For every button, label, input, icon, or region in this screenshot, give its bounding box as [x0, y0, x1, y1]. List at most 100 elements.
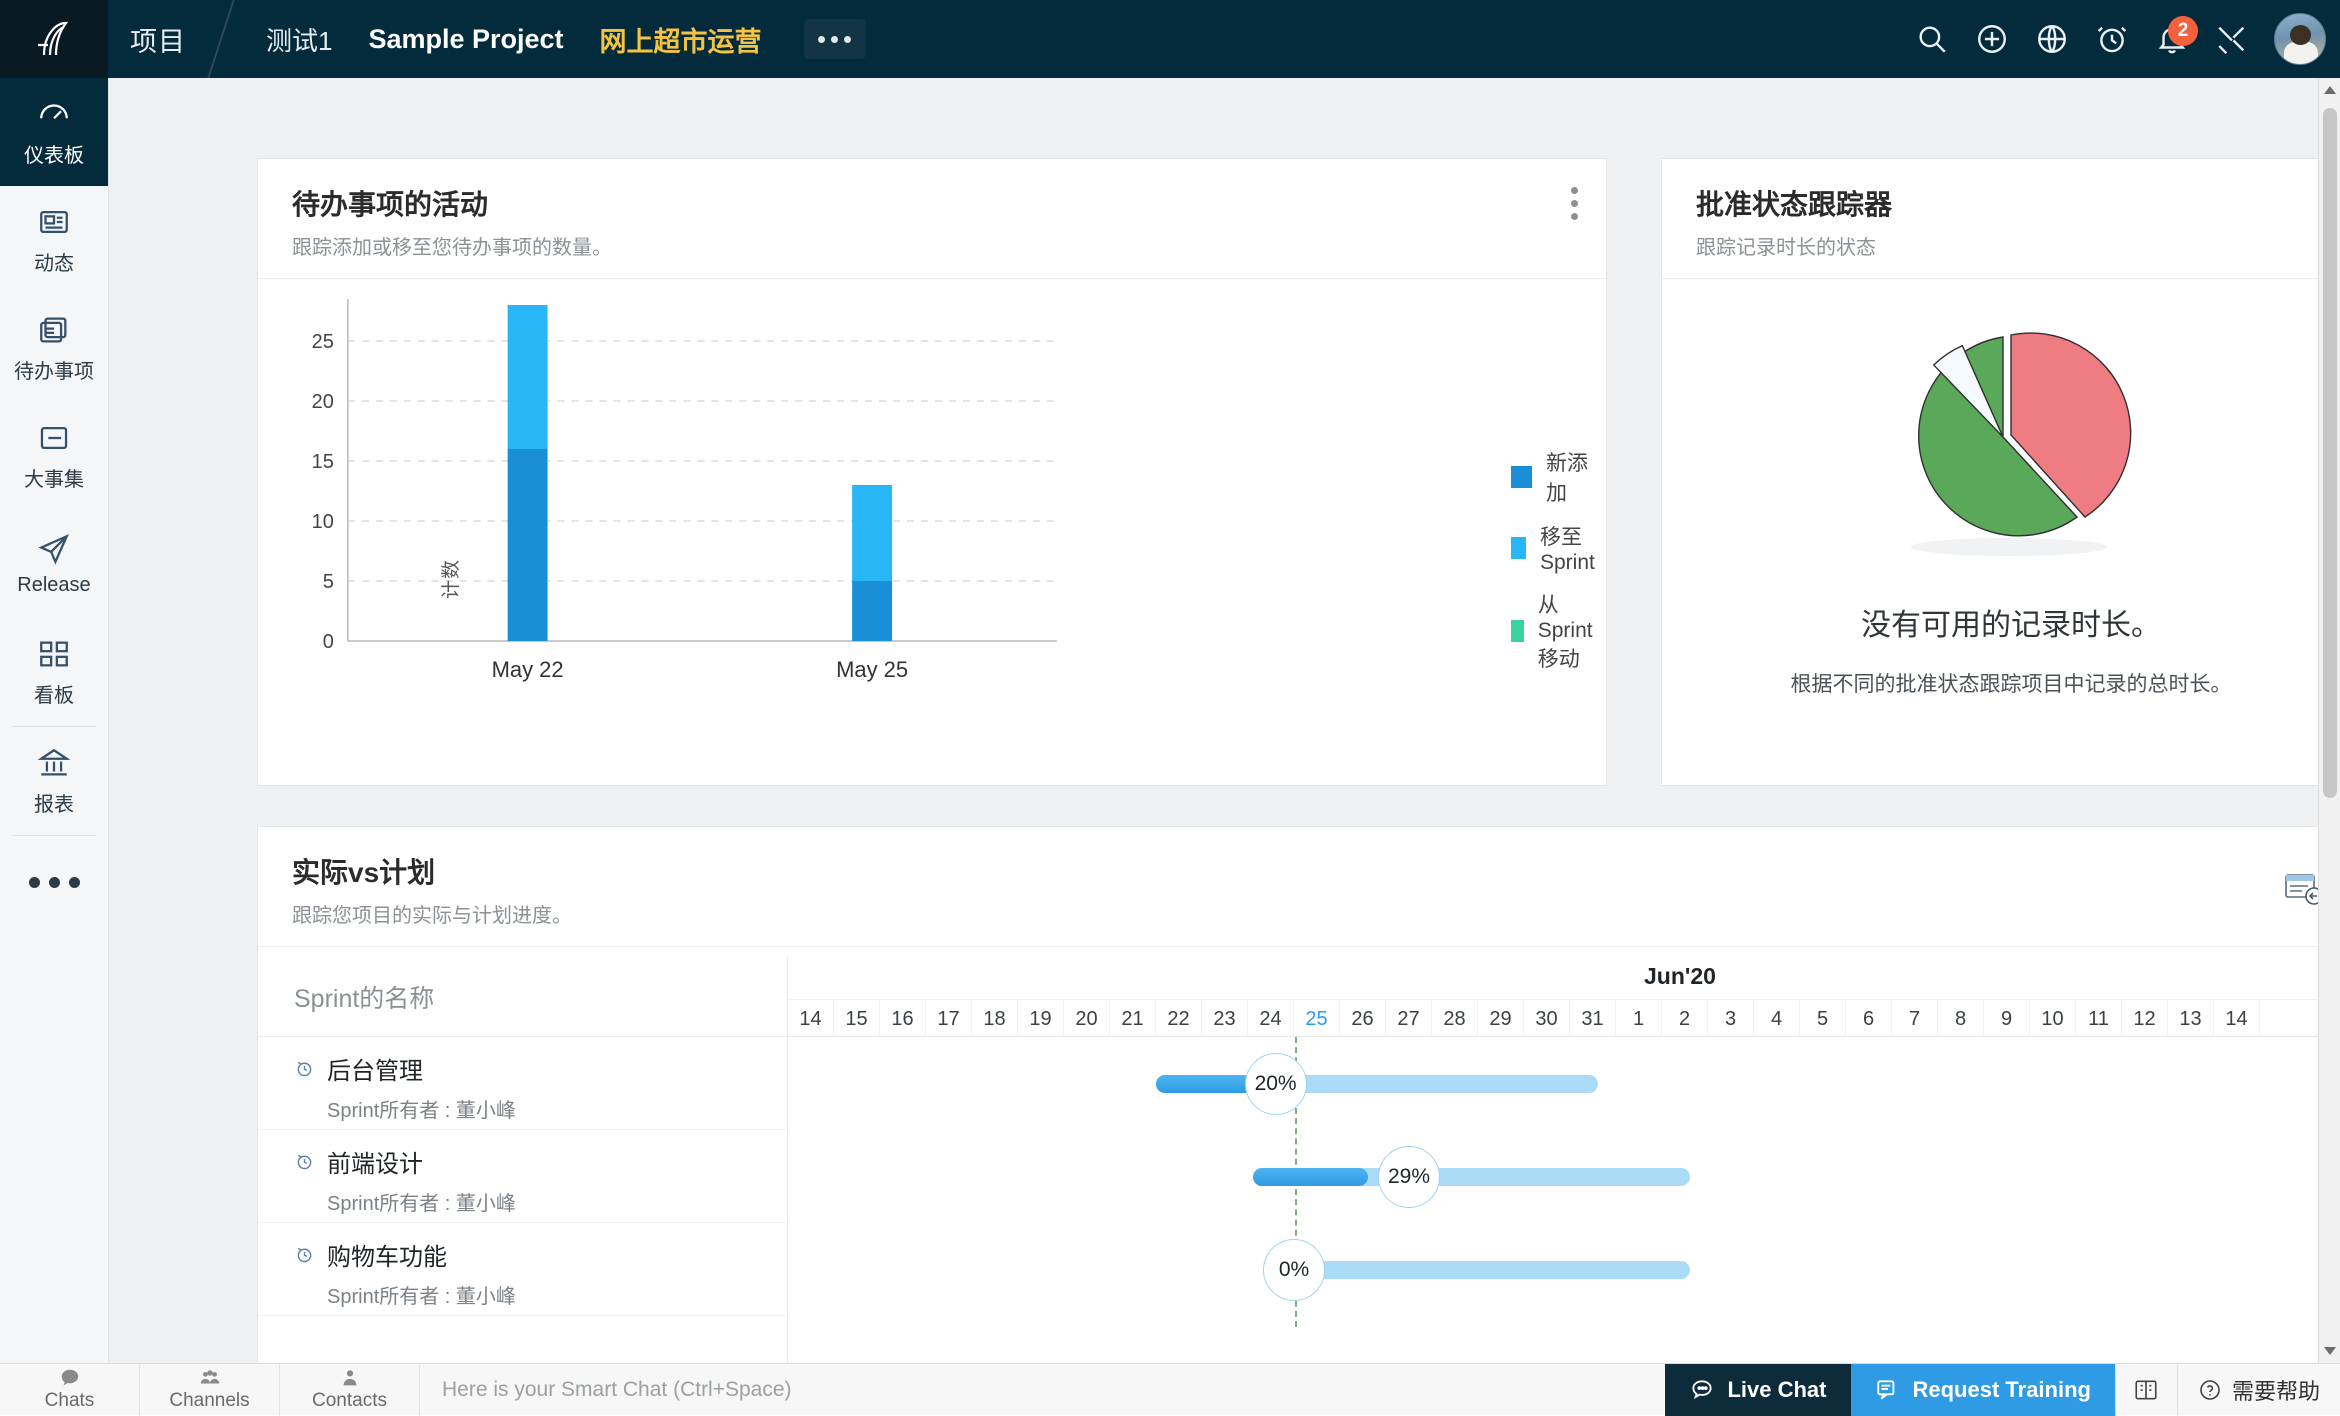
gantt-bar-row[interactable]: 20% — [788, 1037, 2340, 1130]
request-training-label: Request Training — [1913, 1377, 2091, 1403]
pie-empty-subtitle: 根据不同的批准状态跟踪项目中记录的总时长。 — [1662, 668, 2340, 698]
sidebar-item-release[interactable]: Release — [0, 510, 108, 618]
zoho-projects-logo-icon — [30, 15, 78, 63]
gantt-day-cell: 19 — [1018, 1000, 1064, 1036]
gantt-progress-badge: 29% — [1378, 1146, 1440, 1208]
sprint-name: 前端设计 — [327, 1144, 423, 1179]
legend-item[interactable]: 移至Sprint — [1511, 521, 1606, 575]
gantt-day-cell: 28 — [1432, 1000, 1478, 1036]
left-sidebar: 仪表板 动态 待办事项 大事集 Release 看板 — [0, 78, 109, 1363]
tools-icon[interactable] — [2202, 0, 2262, 78]
sprint-icon — [294, 1244, 315, 1265]
smart-chat-input[interactable]: Here is your Smart Chat (Ctrl+Space) — [420, 1364, 1665, 1416]
gantt-day-cell: 5 — [1800, 1000, 1846, 1036]
scrollbar-thumb[interactable] — [2323, 108, 2337, 798]
gantt-column-header: Sprint的名称 — [258, 957, 787, 1037]
svg-text:May 22: May 22 — [492, 657, 564, 682]
legend-label: 新添加 — [1546, 447, 1606, 507]
card-menu-icon[interactable] — [1571, 187, 1578, 220]
channels-icon — [198, 1367, 222, 1389]
notification-bell-icon[interactable]: 2 — [2142, 0, 2202, 78]
sidebar-item-tasks[interactable]: 待办事项 — [0, 294, 108, 402]
gantt-planned-bar[interactable] — [1294, 1261, 1690, 1279]
page-title: 批准状态跟踪器 — [1696, 183, 2326, 223]
dashboard-icon — [37, 97, 71, 131]
svg-text:0: 0 — [323, 631, 334, 653]
approval-pie-section: 没有可用的记录时长。 根据不同的批准状态跟踪项目中记录的总时长。 — [1662, 319, 2340, 698]
gantt-day-cell: 20 — [1064, 1000, 1110, 1036]
table-row[interactable]: 前端设计 Sprint所有者 : 董小峰 — [258, 1130, 787, 1223]
release-icon — [37, 532, 71, 566]
taskbar-item-channels[interactable]: Channels — [140, 1364, 280, 1416]
owner-prefix: Sprint所有者 : — [327, 1193, 456, 1215]
table-row[interactable]: 后台管理 Sprint所有者 : 董小峰 — [258, 1037, 787, 1130]
sidebar-item-milestone[interactable]: 大事集 — [0, 402, 108, 510]
taskbar-item-contacts[interactable]: Contacts — [280, 1364, 420, 1416]
gantt-bar-row[interactable]: 29% — [788, 1130, 2340, 1223]
globe-icon[interactable] — [2022, 0, 2082, 78]
sidebar-item-label: 大事集 — [24, 463, 84, 492]
table-row[interactable]: 购物车功能 Sprint所有者 : 董小峰 — [258, 1223, 787, 1316]
notification-count-badge: 2 — [2168, 16, 2198, 46]
pie-empty-title: 没有可用的记录时长。 — [1662, 600, 2340, 644]
svg-text:20: 20 — [312, 391, 334, 413]
gantt-day-cell: 4 — [1754, 1000, 1800, 1036]
sidebar-item-reports[interactable]: 报表 — [0, 727, 108, 835]
svg-text:15: 15 — [312, 451, 334, 473]
request-training-icon — [1875, 1377, 1901, 1403]
live-chat-label: Live Chat — [1727, 1377, 1826, 1403]
sidebar-item-dashboard[interactable]: 仪表板 — [0, 78, 108, 186]
svg-text:5: 5 — [323, 571, 334, 593]
legend-item[interactable]: 新添加 — [1511, 447, 1606, 507]
gantt-day-cell: 13 — [2168, 1000, 2214, 1036]
gantt-day-cell: 23 — [1202, 1000, 1248, 1036]
sprint-icon — [294, 1058, 315, 1079]
taskbar-label: Chats — [45, 1390, 95, 1412]
legend-swatch — [1511, 537, 1526, 559]
milestone-icon — [37, 421, 71, 455]
live-chat-button[interactable]: Live Chat — [1665, 1364, 1850, 1416]
page-title: 待办事项的活动 — [292, 183, 1572, 223]
gantt-row-title: 购物车功能 — [294, 1237, 787, 1272]
taskbar-label: Contacts — [312, 1390, 387, 1412]
gantt-day-cell: 31 — [1570, 1000, 1616, 1036]
guide-icon[interactable] — [2115, 1364, 2177, 1416]
sidebar-more-button[interactable] — [0, 836, 108, 928]
add-icon[interactable] — [1962, 0, 2022, 78]
card-subtitle: 跟踪添加或移至您待办事项的数量。 — [292, 231, 1572, 260]
request-training-button[interactable]: Request Training — [1851, 1364, 2115, 1416]
gantt-day-cell: 30 — [1524, 1000, 1570, 1036]
gantt-day-cell: 17 — [926, 1000, 972, 1036]
gantt-timeline[interactable]: Jun'20 141516171819202122232425262728293… — [788, 957, 2340, 1363]
breadcrumb-item-project[interactable]: Sample Project — [368, 24, 563, 55]
sidebar-item-board[interactable]: 看板 — [0, 618, 108, 726]
sidebar-item-label: 待办事项 — [14, 355, 94, 384]
taskbar-item-chats[interactable]: Chats — [0, 1364, 140, 1416]
search-icon[interactable] — [1902, 0, 1962, 78]
page-vertical-scrollbar[interactable] — [2318, 78, 2340, 1363]
need-help-button[interactable]: 需要帮助 — [2177, 1364, 2340, 1416]
gantt-day-cell: 24 — [1248, 1000, 1294, 1036]
board-icon — [37, 637, 71, 671]
scroll-up-arrow[interactable] — [2324, 86, 2336, 94]
legend-item[interactable]: 从Sprint移动 — [1511, 589, 1606, 673]
timer-icon[interactable] — [2082, 0, 2142, 78]
gantt-completed-bar[interactable] — [1253, 1168, 1368, 1186]
user-avatar[interactable] — [2274, 13, 2326, 65]
breadcrumb: 测试1 Sample Project 网上超市运营 — [222, 19, 866, 59]
nav-projects-label[interactable]: 项目 — [108, 20, 220, 59]
sidebar-item-feed[interactable]: 动态 — [0, 186, 108, 294]
owner-prefix: Sprint所有者 : — [327, 1286, 456, 1308]
legend-swatch — [1511, 620, 1524, 642]
legend-swatch — [1511, 466, 1532, 488]
gantt-day-cell: 18 — [972, 1000, 1018, 1036]
app-logo[interactable] — [0, 0, 108, 78]
gantt-bar-row[interactable]: 0% — [788, 1223, 2340, 1316]
need-help-label: 需要帮助 — [2232, 1374, 2320, 1406]
reports-icon — [37, 746, 71, 780]
breadcrumb-item-current[interactable]: 网上超市运营 — [600, 20, 762, 59]
breadcrumb-item-portal[interactable]: 测试1 — [266, 21, 332, 58]
scroll-down-arrow[interactable] — [2324, 1347, 2336, 1355]
approval-status-tracker-card: 批准状态跟踪器 跟踪记录时长的状态 没有可用的记录时长。 根据不同的批准状态跟踪… — [1661, 158, 2340, 786]
breadcrumb-more-button[interactable] — [804, 19, 866, 59]
